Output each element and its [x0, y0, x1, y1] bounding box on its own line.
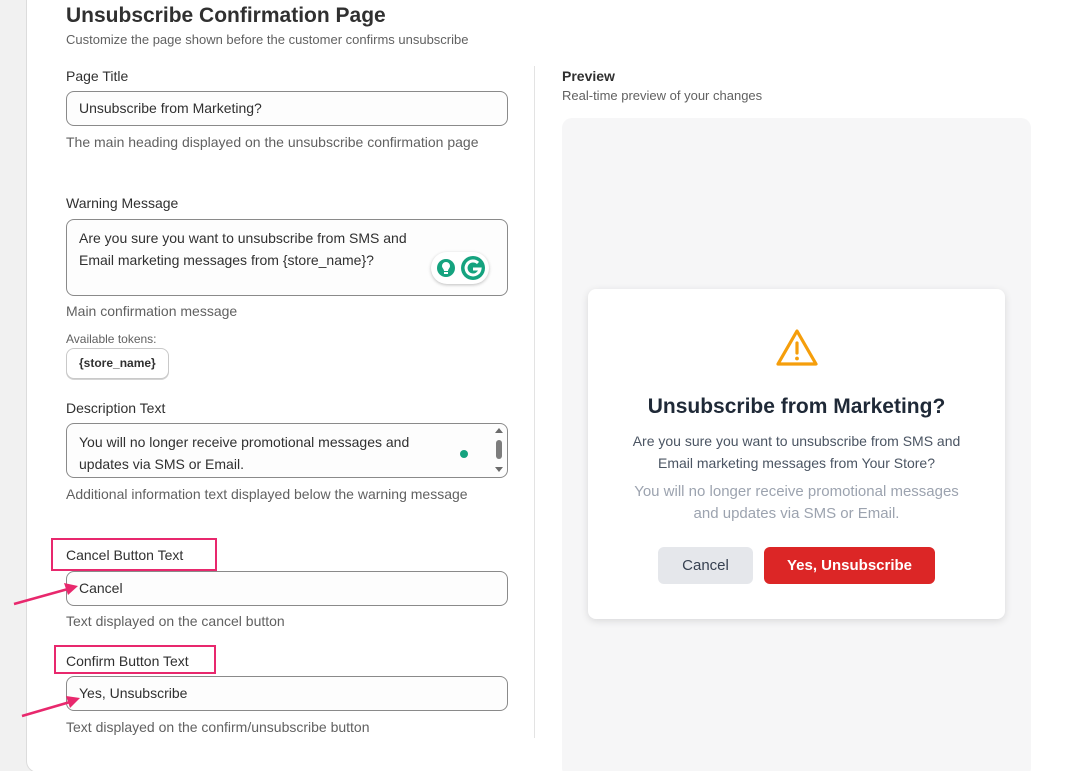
- page-title: Unsubscribe Confirmation Page: [66, 4, 386, 27]
- cancel-button-text-input[interactable]: Cancel: [66, 571, 508, 606]
- page-title-help: The main heading displayed on the unsubs…: [66, 134, 479, 150]
- preview-confirm-button[interactable]: Yes, Unsubscribe: [764, 547, 935, 584]
- modal-title: Unsubscribe from Marketing?: [647, 395, 946, 418]
- cancel-button-text-help: Text displayed on the cancel button: [66, 613, 285, 629]
- tokens-label: Available tokens:: [66, 332, 157, 346]
- column-divider: [534, 66, 535, 738]
- warning-message-help: Main confirmation message: [66, 303, 238, 319]
- grammarly-widget[interactable]: [431, 252, 489, 284]
- preview-cancel-button[interactable]: Cancel: [658, 547, 753, 584]
- confirm-button-text-input[interactable]: Yes, Unsubscribe: [66, 676, 508, 711]
- textarea-scrollbar[interactable]: [492, 425, 506, 475]
- annotation-arrow-icon: [13, 583, 78, 606]
- warning-message-label: Warning Message: [66, 195, 179, 211]
- grammarly-icon[interactable]: [431, 252, 489, 284]
- page-title-label: Page Title: [66, 68, 129, 84]
- page-title-input[interactable]: Unsubscribe from Marketing?: [66, 91, 508, 126]
- preview-title: Preview: [562, 68, 615, 84]
- token-store-name[interactable]: {store_name}: [66, 348, 169, 379]
- confirm-button-text-help: Text displayed on the confirm/unsubscrib…: [66, 719, 370, 735]
- preview-modal: Unsubscribe from Marketing? Are you sure…: [588, 289, 1005, 619]
- description-text-textarea[interactable]: You will no longer receive promotional m…: [66, 423, 508, 478]
- cancel-button-text-label: Cancel Button Text: [66, 547, 184, 563]
- warning-triangle-icon: [776, 329, 818, 366]
- modal-description-text: You will no longer receive promotional m…: [634, 483, 959, 522]
- modal-warning-text: Are you sure you want to unsubscribe fro…: [632, 433, 961, 471]
- description-text-label: Description Text: [66, 400, 166, 416]
- confirm-button-text-label: Confirm Button Text: [66, 653, 189, 669]
- grammarly-dot-icon[interactable]: [459, 449, 469, 459]
- description-text-help: Additional information text displayed be…: [66, 486, 468, 502]
- preview-subtitle: Real-time preview of your changes: [562, 88, 763, 103]
- page-subtitle: Customize the page shown before the cust…: [66, 32, 469, 47]
